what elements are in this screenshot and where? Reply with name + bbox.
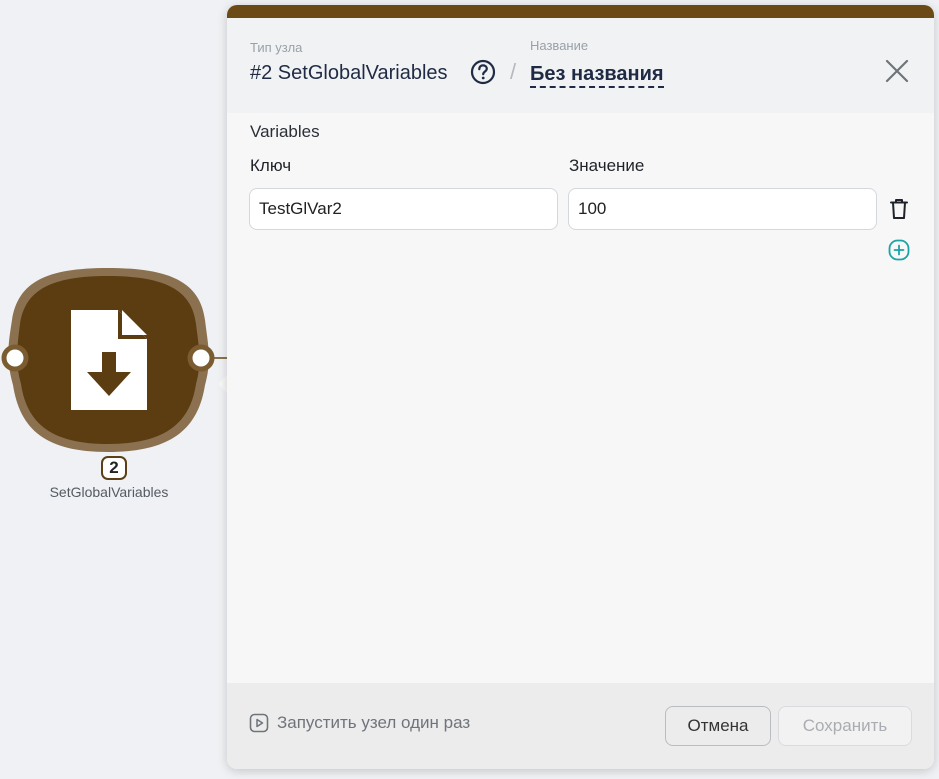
node-type-label: Тип узла: [250, 40, 303, 55]
play-square-icon: [249, 713, 269, 733]
node-name-value[interactable]: Без названия: [530, 62, 664, 88]
node-settings-panel: Тип узла #2 SetGlobalVariables / Названи…: [227, 5, 934, 769]
variables-section-label: Variables: [250, 122, 320, 141]
trash-icon[interactable]: [889, 198, 909, 220]
plus-circle-icon[interactable]: [888, 239, 910, 261]
node-output-port[interactable]: [187, 344, 215, 372]
value-column-label: Значение: [569, 156, 645, 175]
file-download-icon: [71, 310, 147, 410]
header-separator: /: [510, 59, 517, 84]
node-number-badge: 2: [101, 456, 127, 480]
run-once-label: Запустить узел один раз: [277, 713, 471, 732]
variable-value-input[interactable]: [568, 188, 877, 230]
question-circle-icon[interactable]: [470, 59, 496, 85]
save-button[interactable]: Сохранить: [778, 706, 912, 746]
key-column-label: Ключ: [250, 156, 292, 175]
panel-header: Тип узла #2 SetGlobalVariables / Названи…: [227, 18, 934, 113]
workflow-node[interactable]: [0, 0, 228, 500]
node-type-value: #2 SetGlobalVariables: [250, 62, 448, 84]
run-once-button[interactable]: Запустить узел один раз: [249, 713, 470, 733]
node-input-port[interactable]: [1, 344, 29, 372]
node-name-label: Название: [530, 38, 589, 53]
variable-key-input[interactable]: [249, 188, 558, 230]
node-caption: SetGlobalVariables: [49, 484, 169, 500]
close-icon[interactable]: [884, 58, 910, 84]
panel-accent-bar: [227, 5, 934, 18]
panel-footer: Запустить узел один раз Отмена Сохранить: [227, 683, 934, 769]
cancel-button[interactable]: Отмена: [665, 706, 771, 746]
workflow-canvas[interactable]: 2 SetGlobalVariables Тип узла #2 SetGlob…: [0, 0, 939, 779]
